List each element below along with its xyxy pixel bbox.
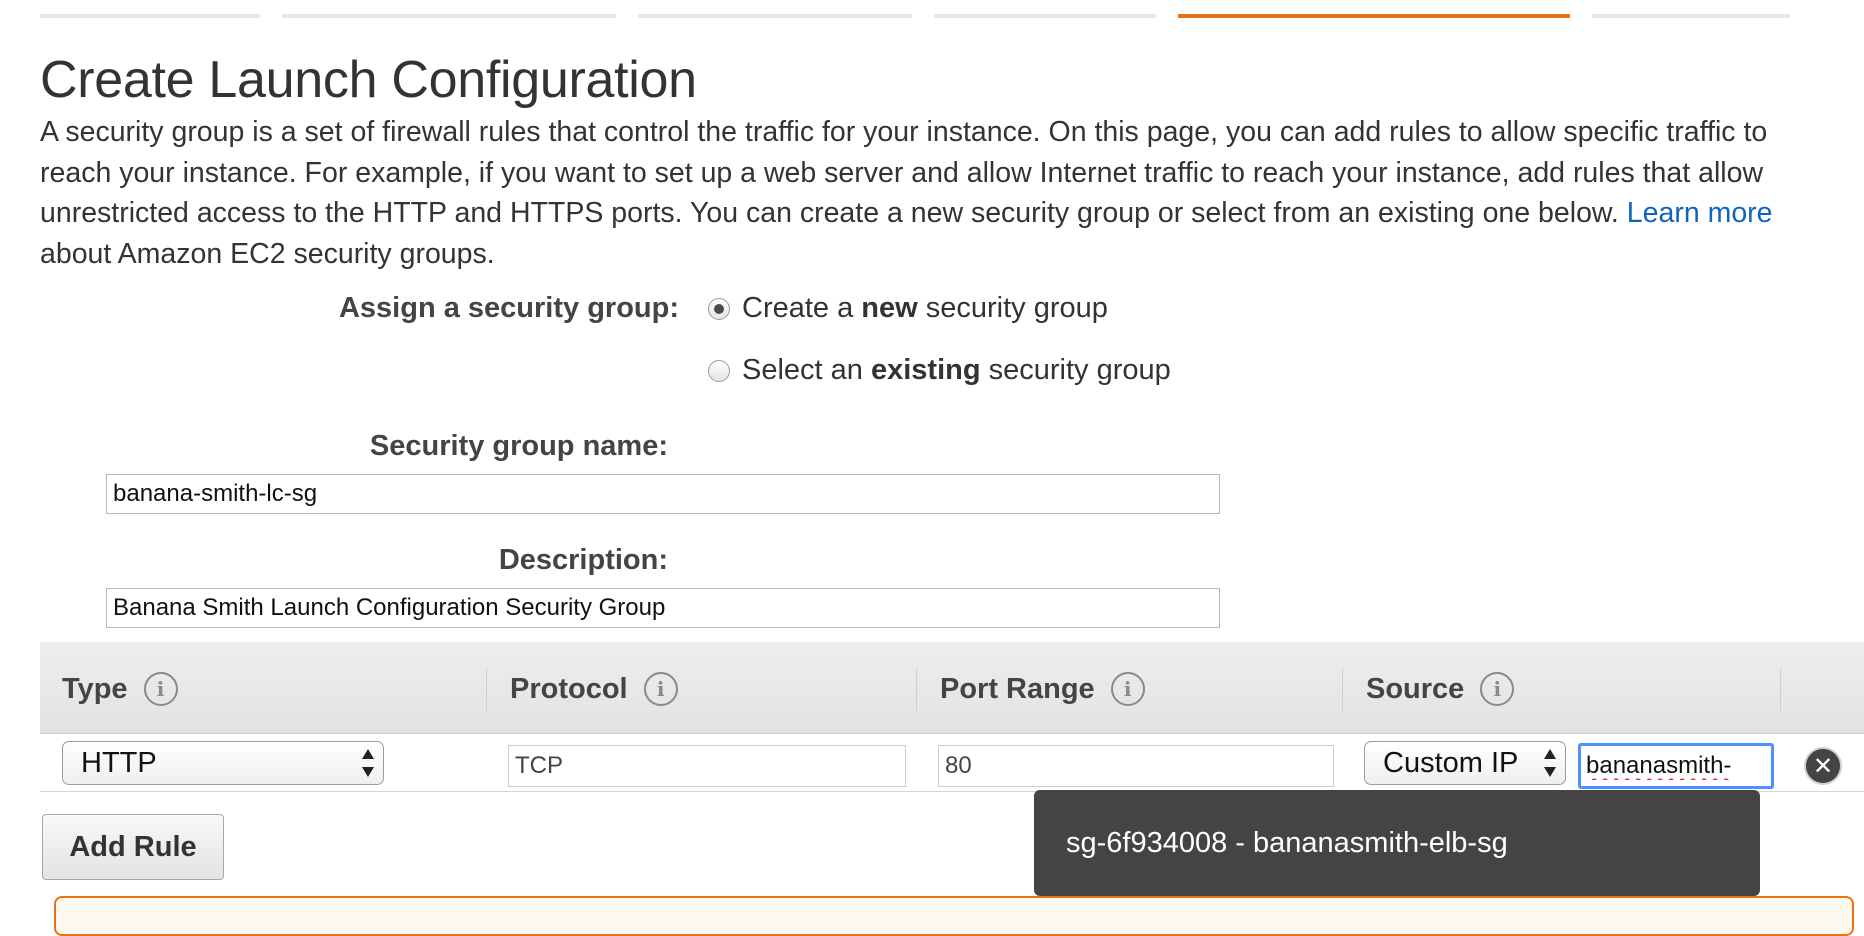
column-header-label: Source — [1366, 672, 1465, 705]
warning-box — [54, 896, 1854, 936]
type-select[interactable]: HTTP — [62, 741, 384, 785]
page-title: Create Launch Configuration — [40, 51, 697, 109]
intro-paragraph: A security group is a set of firewall ru… — [40, 112, 1840, 274]
column-divider — [1342, 668, 1343, 712]
remove-rule-icon[interactable]: ✕ — [1804, 747, 1842, 785]
radio-label-bold: existing — [870, 354, 981, 386]
column-header-type: Type i — [62, 672, 178, 706]
protocol-input — [508, 745, 906, 787]
autocomplete-suggestion[interactable]: sg-6f934008 - bananasmith-elb-sg — [1034, 790, 1760, 896]
radio-label: Create a new security group — [742, 292, 1108, 325]
column-divider — [916, 668, 917, 712]
column-divider — [486, 668, 487, 712]
column-header-label: Protocol — [510, 672, 628, 705]
intro-text-after-link: about Amazon EC2 security groups. — [40, 237, 495, 270]
source-cidr-input[interactable] — [1578, 743, 1774, 789]
radio-label-pre: Create a — [742, 292, 862, 324]
security-group-name-label: Security group name: — [369, 430, 668, 462]
info-icon[interactable]: i — [1480, 672, 1515, 706]
wizard-step[interactable] — [934, 0, 1156, 18]
description-label: Description: — [498, 544, 668, 576]
select-arrows-icon — [1544, 749, 1556, 777]
radio-label-post: security group — [980, 354, 1171, 386]
wizard-step[interactable] — [282, 0, 616, 18]
port-range-input[interactable] — [938, 745, 1334, 787]
info-icon[interactable]: i — [643, 672, 678, 706]
column-header-source: Source i — [1366, 672, 1515, 706]
radio-create-new-security-group[interactable]: Create a new security group — [708, 292, 1108, 325]
info-icon[interactable]: i — [1110, 672, 1145, 706]
radio-label-bold: new — [861, 292, 918, 324]
add-rule-button[interactable]: Add Rule — [42, 814, 224, 880]
learn-more-link[interactable]: Learn more — [1627, 197, 1773, 229]
column-header-port-range: Port Range i — [940, 672, 1145, 706]
wizard-step[interactable] — [1592, 0, 1790, 18]
suggestion-text: sg-6f934008 - bananasmith-elb-sg — [1066, 827, 1508, 859]
radio-label-pre: Select an — [742, 354, 871, 386]
source-select-value: Custom IP — [1383, 747, 1519, 779]
info-icon[interactable]: i — [143, 672, 178, 706]
description-input[interactable] — [106, 588, 1220, 628]
type-select-value: HTTP — [81, 747, 157, 779]
select-arrows-icon — [362, 749, 374, 777]
radio-label: Select an existing security group — [742, 354, 1171, 387]
source-select[interactable]: Custom IP — [1364, 741, 1566, 785]
radio-button-checked[interactable] — [708, 297, 730, 320]
wizard-step[interactable] — [638, 0, 912, 18]
security-group-name-input[interactable] — [106, 474, 1220, 514]
radio-label-post: security group — [917, 292, 1108, 324]
assign-security-group-label: Assign a security group: — [338, 292, 679, 324]
intro-text: A security group is a set of firewall ru… — [40, 116, 1768, 229]
radio-button[interactable] — [708, 359, 730, 382]
rules-table-header: Type i Protocol i Port Range i Source i — [40, 642, 1864, 734]
wizard-step[interactable] — [40, 0, 260, 18]
radio-select-existing-security-group[interactable]: Select an existing security group — [708, 354, 1171, 387]
column-divider — [1780, 668, 1781, 712]
wizard-step-active[interactable] — [1178, 0, 1570, 18]
column-header-protocol: Protocol i — [510, 672, 678, 706]
column-header-label: Port Range — [940, 672, 1095, 705]
wizard-steps — [0, 0, 1864, 20]
column-header-label: Type — [62, 672, 128, 705]
